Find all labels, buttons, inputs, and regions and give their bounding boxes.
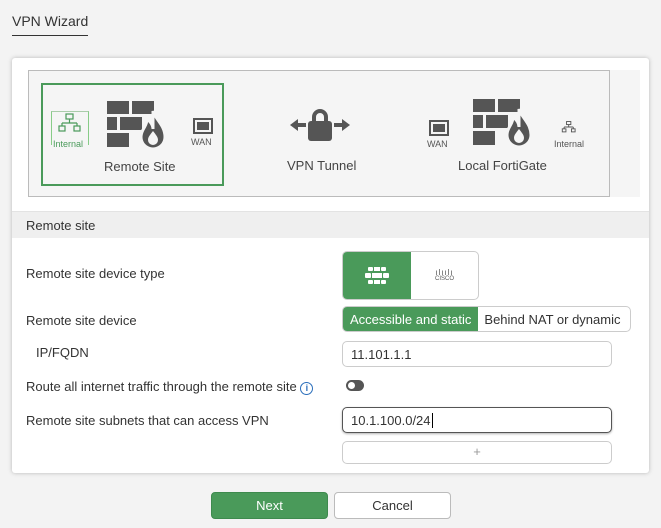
firewall-icon: [107, 101, 167, 149]
firewall-icon: [473, 99, 533, 147]
fortinet-logo-icon: [365, 266, 389, 284]
lock-tunnel-icon: [290, 109, 350, 141]
ip-fqdn-input[interactable]: 11.101.1.1: [342, 341, 612, 367]
remote-site-label: Remote Site: [104, 159, 176, 174]
vpn-tunnel-label: VPN Tunnel: [287, 158, 357, 173]
wan-port-icon: [193, 118, 213, 134]
device-type-selector: ılıılı CISCO: [342, 251, 479, 300]
remote-site-step[interactable]: Internal WAN Remote Site: [41, 83, 224, 186]
device-type-label: Remote site device type: [26, 266, 165, 281]
wan-port-icon: [429, 120, 449, 136]
wan-label: WAN: [427, 139, 448, 149]
topology-diagram: Internal WAN Remote Site VPN Tunnel WAN …: [28, 70, 610, 197]
next-button[interactable]: Next: [211, 492, 328, 519]
section-header: Remote site: [12, 211, 649, 238]
device-label: Remote site device: [26, 313, 137, 328]
cancel-button[interactable]: Cancel: [334, 492, 451, 519]
route-toggle[interactable]: [346, 380, 364, 391]
cisco-option[interactable]: ılıılı CISCO: [411, 252, 478, 299]
page-title: VPN Wizard: [12, 13, 89, 36]
behind-nat-option[interactable]: Behind NAT or dynamic: [478, 307, 626, 331]
add-subnet-button[interactable]: +: [342, 441, 612, 464]
subnet-value: 10.1.100.0/24: [351, 413, 431, 428]
local-fortigate-label: Local FortiGate: [458, 158, 547, 173]
wan-label: WAN: [191, 137, 212, 147]
subnet-input[interactable]: 10.1.100.0/24: [342, 407, 612, 433]
info-icon[interactable]: i: [300, 382, 314, 395]
internal-network-icon: [561, 121, 576, 133]
route-label: Route all internet traffic through the r…: [26, 379, 297, 394]
cisco-text: CISCO: [434, 275, 454, 282]
ip-label: IP/FQDN: [36, 345, 89, 360]
accessible-static-option[interactable]: Accessible and static: [343, 307, 479, 331]
fortigate-option[interactable]: [343, 252, 411, 299]
device-selector: Accessible and static Behind NAT or dyna…: [342, 306, 631, 332]
diagram-scroll-area: [610, 70, 640, 197]
wizard-card: Internal WAN Remote Site VPN Tunnel WAN …: [12, 58, 649, 473]
internal-label: Internal: [53, 139, 84, 149]
route-label-wrap: Route all internet traffic through the r…: [26, 379, 314, 395]
internal-label: Internal: [554, 139, 585, 149]
subnets-label: Remote site subnets that can access VPN: [26, 413, 269, 428]
